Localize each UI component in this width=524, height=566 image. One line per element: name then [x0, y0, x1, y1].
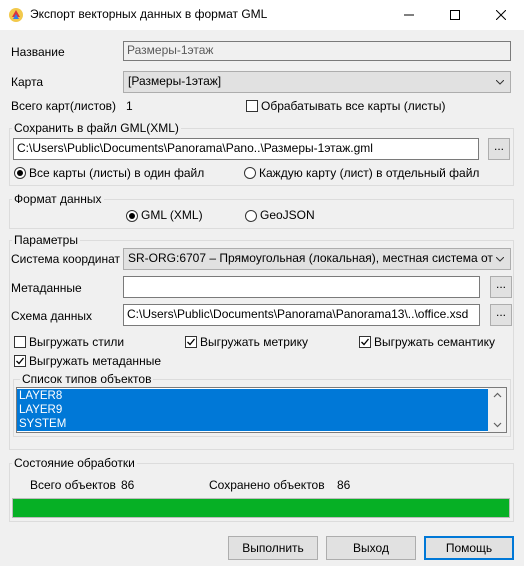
coord-system-value: SR-ORG:6707 – Прямоугольная (локальная),…	[128, 251, 493, 265]
minimize-icon	[404, 14, 414, 16]
total-maps-value: 1	[126, 99, 133, 113]
object-types-title: Список типов объектов	[20, 372, 154, 386]
checkmark-icon	[361, 338, 370, 346]
radio-each-separate-label: Каждую карту (лист) в отдельный файл	[259, 166, 480, 180]
maximize-icon	[450, 10, 460, 20]
status-group-title: Состояние обработки	[12, 456, 137, 470]
coord-system-label: Система координат	[11, 252, 121, 266]
radio-all-in-one[interactable]	[14, 167, 26, 179]
checkmark-icon	[187, 338, 196, 346]
total-maps-label: Всего карт(листов)	[11, 99, 116, 113]
format-group-title: Формат данных	[12, 192, 104, 206]
list-item[interactable]: LAYER8	[17, 389, 489, 403]
radio-geojson[interactable]	[245, 210, 257, 222]
object-types-list[interactable]: LAYER8 LAYER9 SYSTEM	[16, 387, 507, 433]
export-metric-checkbox[interactable]	[185, 336, 197, 348]
name-field: Размеры-1этаж	[123, 41, 511, 61]
map-select-value: [Размеры-1этаж]	[128, 74, 222, 88]
progress-bar	[12, 498, 510, 518]
save-group-title: Сохранить в файл GML(XML)	[12, 121, 181, 135]
save-browse-button[interactable]: ...	[488, 138, 510, 160]
run-button[interactable]: Выполнить	[228, 536, 318, 560]
list-scrollbar[interactable]	[488, 388, 506, 432]
schema-input[interactable]: C:\Users\Public\Documents\Panorama\Panor…	[123, 304, 480, 326]
saved-objects-label: Сохранено объектов	[209, 478, 325, 492]
export-metadata-label: Выгружать метаданные	[29, 354, 161, 368]
process-all-label: Обрабатывать все карты (листы)	[261, 99, 446, 113]
export-metadata-checkbox[interactable]	[14, 355, 26, 367]
export-metric-label: Выгружать метрику	[200, 335, 308, 349]
export-semantic-checkbox[interactable]	[359, 336, 371, 348]
process-all-checkbox[interactable]	[246, 100, 258, 112]
coord-system-select[interactable]: SR-ORG:6707 – Прямоугольная (локальная),…	[123, 248, 511, 270]
name-label: Название	[11, 45, 65, 59]
chevron-down-icon	[492, 249, 508, 269]
close-icon	[496, 10, 506, 20]
export-semantic-label: Выгружать семантику	[374, 335, 496, 349]
scroll-up-icon	[493, 392, 502, 398]
list-item[interactable]: LAYER9	[17, 403, 489, 417]
schema-label: Схема данных	[11, 309, 93, 323]
map-select[interactable]: [Размеры-1этаж]	[123, 71, 511, 93]
metadata-input[interactable]	[123, 276, 480, 298]
radio-all-in-one-label: Все карты (листы) в один файл	[29, 166, 205, 180]
window-title: Экспорт векторных данных в формат GML	[30, 7, 268, 21]
total-objects-label: Всего объектов	[30, 478, 116, 492]
checkmark-icon	[16, 357, 25, 365]
export-styles-checkbox[interactable]	[14, 336, 26, 348]
progress-fill	[13, 499, 509, 517]
radio-gml-label: GML (XML)	[141, 208, 203, 222]
saved-objects-value: 86	[337, 478, 351, 492]
scroll-down-icon	[493, 422, 502, 428]
schema-browse-button[interactable]: ...	[490, 304, 512, 326]
radio-selected-dot	[129, 213, 135, 219]
minimize-button[interactable]	[386, 0, 432, 30]
params-group-title: Параметры	[12, 233, 80, 247]
exit-button[interactable]: Выход	[326, 536, 416, 560]
radio-gml[interactable]	[126, 210, 138, 222]
total-objects-value: 86	[121, 478, 135, 492]
map-label: Карта	[11, 75, 44, 89]
app-icon	[8, 7, 24, 23]
export-styles-label: Выгружать стили	[29, 335, 125, 349]
radio-geojson-label: GeoJSON	[260, 208, 315, 222]
maximize-button[interactable]	[432, 0, 478, 30]
list-item[interactable]: SYSTEM	[17, 417, 489, 431]
radio-each-separate[interactable]	[244, 167, 256, 179]
chevron-down-icon	[492, 72, 508, 92]
save-path-input[interactable]: C:\Users\Public\Documents\Panorama\Pano.…	[13, 138, 479, 160]
metadata-browse-button[interactable]: ...	[490, 276, 512, 298]
close-button[interactable]	[478, 0, 524, 30]
metadata-label: Метаданные	[11, 281, 82, 295]
help-button[interactable]: Помощь	[424, 536, 514, 560]
radio-selected-dot	[17, 170, 23, 176]
